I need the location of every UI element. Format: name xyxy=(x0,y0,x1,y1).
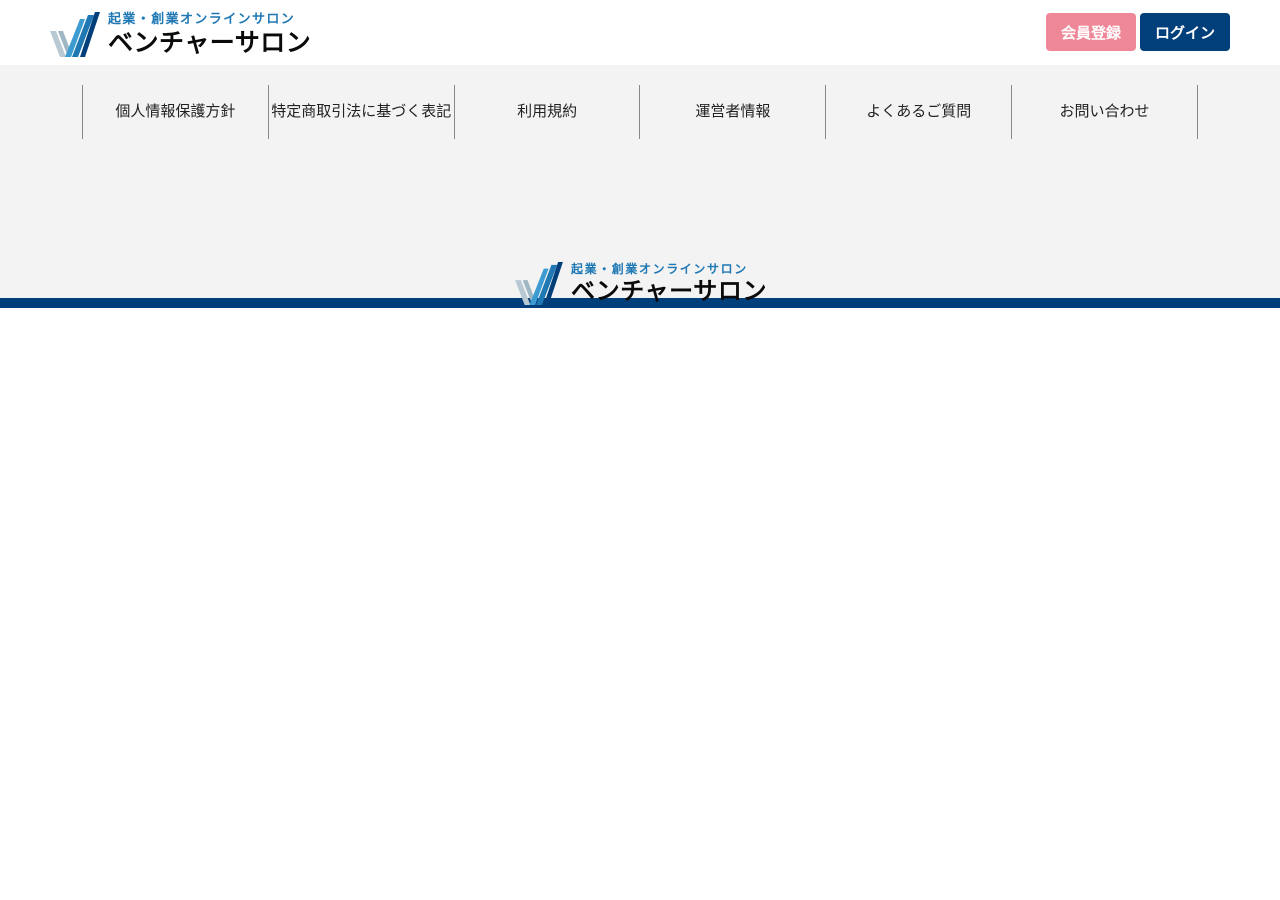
footer-link-contact[interactable]: お問い合わせ xyxy=(1012,85,1198,139)
logo-tagline: 起業・創業オンラインサロン xyxy=(108,12,296,27)
logo-name: ベンチャーサロン xyxy=(108,28,312,57)
footer-nav: 個人情報保護方針 特定商取引法に基づく表記 利用規約 運営者情報 よくあるご質問… xyxy=(82,85,1198,139)
footer-area: 個人情報保護方針 特定商取引法に基づく表記 利用規約 運営者情報 よくあるご質問… xyxy=(0,65,1280,305)
footer-link-operator-info[interactable]: 運営者情報 xyxy=(640,85,827,139)
logo-tagline: 起業・創業オンラインサロン xyxy=(571,262,748,276)
page-body-blank xyxy=(0,308,1280,900)
site-header: 起業・創業オンラインサロン ベンチャーサロン 会員登録 ログイン xyxy=(0,0,1280,65)
login-button[interactable]: ログイン xyxy=(1140,13,1230,51)
footer-link-commercial-transactions[interactable]: 特定商取引法に基づく表記 xyxy=(269,85,455,139)
footer-link-terms-of-use[interactable]: 利用規約 xyxy=(455,85,641,139)
footer-logo[interactable]: 起業・創業オンラインサロン ベンチャーサロン xyxy=(515,261,767,305)
register-button[interactable]: 会員登録 xyxy=(1046,13,1136,51)
footer-link-faq[interactable]: よくあるご質問 xyxy=(826,85,1013,139)
header-actions: 会員登録 ログイン xyxy=(1046,13,1230,51)
header-logo[interactable]: 起業・創業オンラインサロン ベンチャーサロン xyxy=(50,11,311,57)
logo-name: ベンチャーサロン xyxy=(571,277,768,305)
venture-salon-logo-icon xyxy=(515,261,563,305)
footer-link-privacy-policy[interactable]: 個人情報保護方針 xyxy=(83,85,269,139)
venture-salon-logo-icon xyxy=(50,12,100,57)
